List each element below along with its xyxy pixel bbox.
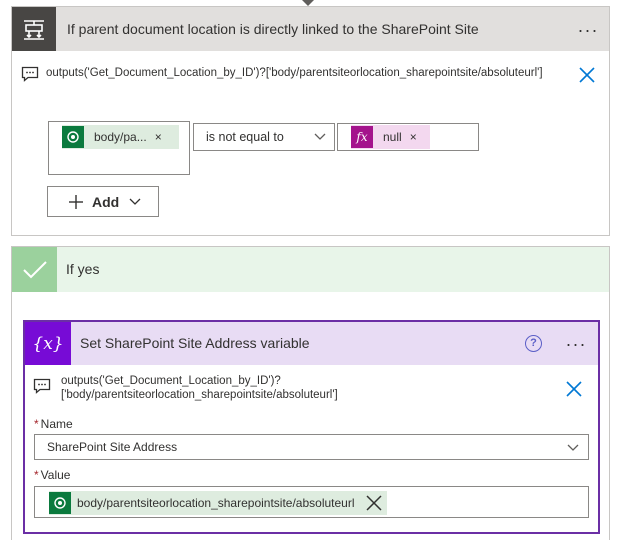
plus-icon [69, 194, 83, 209]
condition-card: If parent document location is directly … [11, 6, 610, 236]
help-icon[interactable]: ? [525, 335, 542, 352]
condition-comment: outputs('Get_Document_Location_by_ID')?[… [12, 59, 609, 89]
name-dropdown[interactable]: SharePoint Site Address [34, 434, 589, 460]
comment-line-2: ['body/parentsiteorlocation_sharepointsi… [61, 389, 338, 401]
close-comment-icon[interactable] [577, 65, 597, 85]
right-operand-field[interactable]: fx null × [337, 123, 479, 151]
dynamic-content-token[interactable]: body/pa... × [62, 125, 179, 149]
set-variable-card: {x} Set SharePoint Site Address variable… [23, 320, 600, 534]
value-field-label: * Value [34, 468, 71, 482]
value-field[interactable]: body/parentsiteorlocation_sharepointsite… [34, 486, 589, 518]
operator-value: is not equal to [206, 130, 284, 144]
right-operand-label: null [383, 130, 402, 144]
remove-token-icon[interactable]: × [155, 130, 162, 144]
condition-icon [12, 7, 56, 51]
checkmark-icon [12, 247, 57, 292]
remove-token-icon[interactable]: × [410, 130, 417, 144]
chevron-down-icon [129, 198, 141, 205]
name-field-label: * Name [34, 417, 73, 431]
remove-token-icon[interactable] [365, 494, 383, 512]
close-comment-icon[interactable] [564, 379, 584, 399]
if-yes-title: If yes [66, 261, 100, 277]
condition-more-button[interactable]: ··· [574, 20, 602, 40]
chevron-down-icon [567, 444, 579, 451]
comment-line-1: outputs('Get_Document_Location_by_ID')? [61, 375, 281, 387]
comment-icon[interactable] [21, 66, 39, 82]
set-variable-more-button[interactable]: ··· [562, 334, 590, 354]
name-value: SharePoint Site Address [47, 440, 178, 454]
chevron-down-icon [314, 133, 326, 140]
more-icon: ··· [577, 20, 599, 40]
more-icon: ··· [565, 334, 587, 354]
expression-token[interactable]: fx null × [351, 125, 430, 149]
set-variable-header[interactable]: {x} Set SharePoint Site Address variable… [25, 322, 598, 365]
operator-dropdown[interactable]: is not equal to [193, 123, 335, 151]
add-button[interactable]: Add [47, 186, 159, 217]
condition-header[interactable]: If parent document location is directly … [12, 7, 609, 51]
condition-title[interactable]: If parent document location is directly … [67, 7, 479, 51]
if-yes-header[interactable]: If yes [12, 247, 609, 292]
dataverse-icon [49, 492, 71, 514]
set-variable-comment: outputs('Get_Document_Location_by_ID')? … [61, 374, 541, 402]
value-token-label: body/parentsiteorlocation_sharepointsite… [77, 496, 355, 510]
left-operand-field[interactable]: body/pa... × [48, 121, 190, 175]
variable-icon: {x} [25, 322, 71, 365]
add-button-label: Add [92, 193, 120, 210]
dataverse-icon [62, 126, 84, 148]
required-marker: * [34, 468, 39, 482]
left-operand-label: body/pa... [94, 130, 147, 144]
fx-icon: fx [351, 126, 373, 148]
if-yes-branch: If yes {x} Set SharePoint Site Address v… [11, 246, 610, 540]
condition-comment-text: outputs('Get_Document_Location_by_ID')?[… [46, 67, 543, 79]
dynamic-content-token[interactable]: body/parentsiteorlocation_sharepointsite… [49, 491, 387, 515]
comment-icon[interactable] [33, 378, 51, 394]
required-marker: * [34, 417, 39, 431]
set-variable-title[interactable]: Set SharePoint Site Address variable [80, 322, 310, 365]
